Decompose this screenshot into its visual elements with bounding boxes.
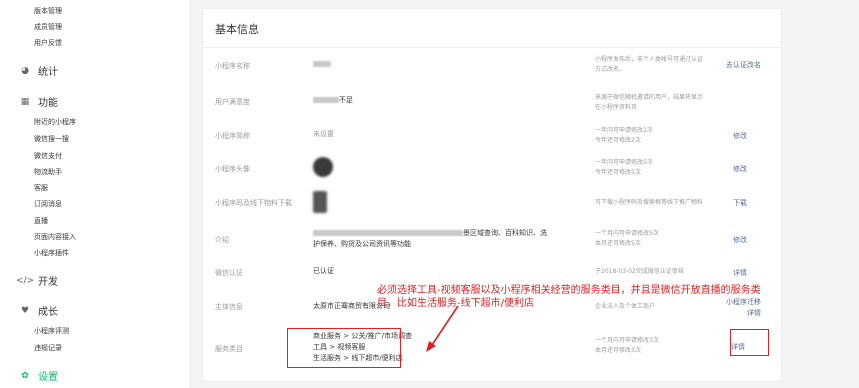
row-desc: 一年内可申请修改5次 今年还可修改5次 <box>595 158 745 178</box>
edit-avatar-link[interactable]: 修改 <box>733 164 747 174</box>
sidebar-item-nearby[interactable]: 附近的小程序 <box>34 117 76 127</box>
sidebar-section-stats[interactable]: ◕ 统计 <box>18 63 58 79</box>
row-desc: 于2018-03-02完成微信认证审核 <box>595 267 745 277</box>
row-label: 用户满意度 <box>215 98 250 106</box>
desc-line: 今年还可修改5次 <box>595 169 641 176</box>
desc-line: 本月还可修改5次 <box>595 240 641 247</box>
sidebar-item-subscribe[interactable]: 订阅消息 <box>34 199 62 209</box>
row-desc: 一个月内可申请修改3次 本月还可修改3次 <box>595 336 745 356</box>
row-label: 小程序名称 <box>215 62 250 70</box>
verification-detail-link[interactable]: 详情 <box>733 268 747 278</box>
sidebar-item-pay[interactable]: 微信支付 <box>34 151 62 161</box>
row-value <box>313 59 331 70</box>
desc-line: 来源于微信随机邀请的用户，结果将显示 <box>595 94 704 101</box>
row-label: 小程序码及线下物料下载 <box>215 199 292 207</box>
grid-icon: ▦ <box>20 96 30 107</box>
desc-line: 可下载小程序码及搜索框等线下推广物料 <box>595 199 704 206</box>
avatar <box>313 157 333 181</box>
row-label: 微信认证 <box>215 269 243 277</box>
satisfaction-status: 不足 <box>339 96 353 104</box>
redacted-image <box>313 191 327 213</box>
verify-rename-link[interactable]: 去认证改名 <box>726 60 761 70</box>
desc-line: 小程序发布后，非个人类帐号可通过认证 <box>595 56 704 63</box>
desc-line: 在小程序资料页 <box>595 104 638 111</box>
row-desc: 可下载小程序码及搜索框等线下推广物料 <box>595 198 745 208</box>
sidebar-item-violations[interactable]: 违规记录 <box>34 343 62 353</box>
sidebar-item-plugins[interactable]: 小程序插件 <box>34 248 69 258</box>
sidebar-item-search[interactable]: 微信搜一搜 <box>34 134 69 144</box>
desc-line: 于2018-03-02完成微信认证审核 <box>595 268 684 275</box>
row-desc: 来源于微信随机邀请的用户，结果将显示 在小程序资料页 <box>595 93 745 113</box>
redacted-text <box>313 97 339 103</box>
row-value: 不足 <box>313 95 353 106</box>
desc-line: 一年内可申请修改5次 <box>595 159 653 166</box>
row-value: 已认证 <box>313 267 334 275</box>
row-label: 服务类目 <box>215 345 243 353</box>
qrcode-image <box>313 191 327 217</box>
row-value: 景区域查询、百科知识、洗 护保养、购货及公司资讯等功能 <box>313 228 547 250</box>
redacted-text <box>313 230 463 236</box>
page-title: 基本信息 <box>215 23 259 36</box>
sidebar-section-label: 设置 <box>38 372 58 383</box>
intro-line: 景区域查询、百科知识、洗 <box>313 228 547 239</box>
desc-line: 一个月内可申请修改5次 <box>595 230 659 237</box>
row-label: 小程序头像 <box>215 165 250 173</box>
sidebar: 版本管理 成员管理 用户反馈 ◕ 统计 ▦ 功能 附近的小程序 微信搜一搜 微信… <box>0 0 191 388</box>
annotation-arrow <box>426 305 459 352</box>
intro-text: 景区域查询、百科知识、洗 <box>463 229 547 237</box>
sidebar-section-label: 开发 <box>38 277 58 288</box>
heart-icon: ♥ <box>20 305 30 316</box>
row-label: 介绍 <box>215 236 229 244</box>
sidebar-item-live[interactable]: 直播 <box>34 216 48 226</box>
code-icon: </> <box>15 275 35 286</box>
sidebar-item-version[interactable]: 版本管理 <box>34 6 62 16</box>
row-label: 小程序简称 <box>215 132 250 140</box>
row-desc: 一个月内可申请修改5次 本月还可修改5次 <box>595 229 745 249</box>
sidebar-section-features[interactable]: ▦ 功能 <box>18 94 58 110</box>
pie-chart-icon: ◕ <box>21 65 29 76</box>
sidebar-section-label: 统计 <box>38 67 58 78</box>
edit-short-name-link[interactable]: 修改 <box>733 131 747 141</box>
sidebar-section-settings[interactable]: ✿ 设置 <box>18 368 58 384</box>
row-desc: 小程序发布后，非个人类帐号可通过认证 方式改名。 <box>595 55 745 75</box>
sidebar-item-logistics[interactable]: 物流助手 <box>34 167 62 177</box>
avatar-image <box>313 157 333 177</box>
desc-line: 本月还可修改3次 <box>595 347 641 354</box>
sidebar-section-dev[interactable]: </> 开发 <box>15 273 58 289</box>
sidebar-item-content[interactable]: 页面内容接入 <box>34 232 76 242</box>
sidebar-section-label: 成长 <box>38 307 58 318</box>
intro-text: 护保养、购货及公司资讯等功能 <box>313 240 411 248</box>
highlight-box-detail <box>730 329 769 356</box>
sidebar-item-members[interactable]: 成员管理 <box>34 22 62 32</box>
gear-icon: ✿ <box>21 370 29 381</box>
sidebar-section-growth[interactable]: ♥ 成长 <box>18 303 58 319</box>
edit-intro-link[interactable]: 修改 <box>733 235 747 245</box>
download-link[interactable]: 下载 <box>733 198 747 208</box>
sidebar-item-review[interactable]: 小程序评测 <box>34 326 69 336</box>
sidebar-item-customer-service[interactable]: 客服 <box>34 183 48 193</box>
basic-info-card: 基本信息 小程序名称 小程序发布后，非个人类帐号可通过认证 方式改名。 去认证改… <box>202 8 782 382</box>
divider <box>203 47 781 48</box>
redacted-text <box>313 61 331 67</box>
desc-line: 方式改名。 <box>595 66 626 73</box>
sidebar-section-label: 功能 <box>38 98 58 109</box>
highlight-box-categories <box>287 328 401 368</box>
row-value: 未设置 <box>313 130 334 138</box>
row-label: 主体信息 <box>215 303 243 311</box>
desc-line: 今年还可修改2次 <box>595 137 641 144</box>
sidebar-item-feedback[interactable]: 用户反馈 <box>34 38 62 48</box>
desc-line: 一年内可申请修改2次 <box>595 127 653 134</box>
desc-line: 一个月内可申请修改3次 <box>595 337 659 344</box>
row-desc: 一年内可申请修改2次 今年还可修改2次 <box>595 126 745 146</box>
